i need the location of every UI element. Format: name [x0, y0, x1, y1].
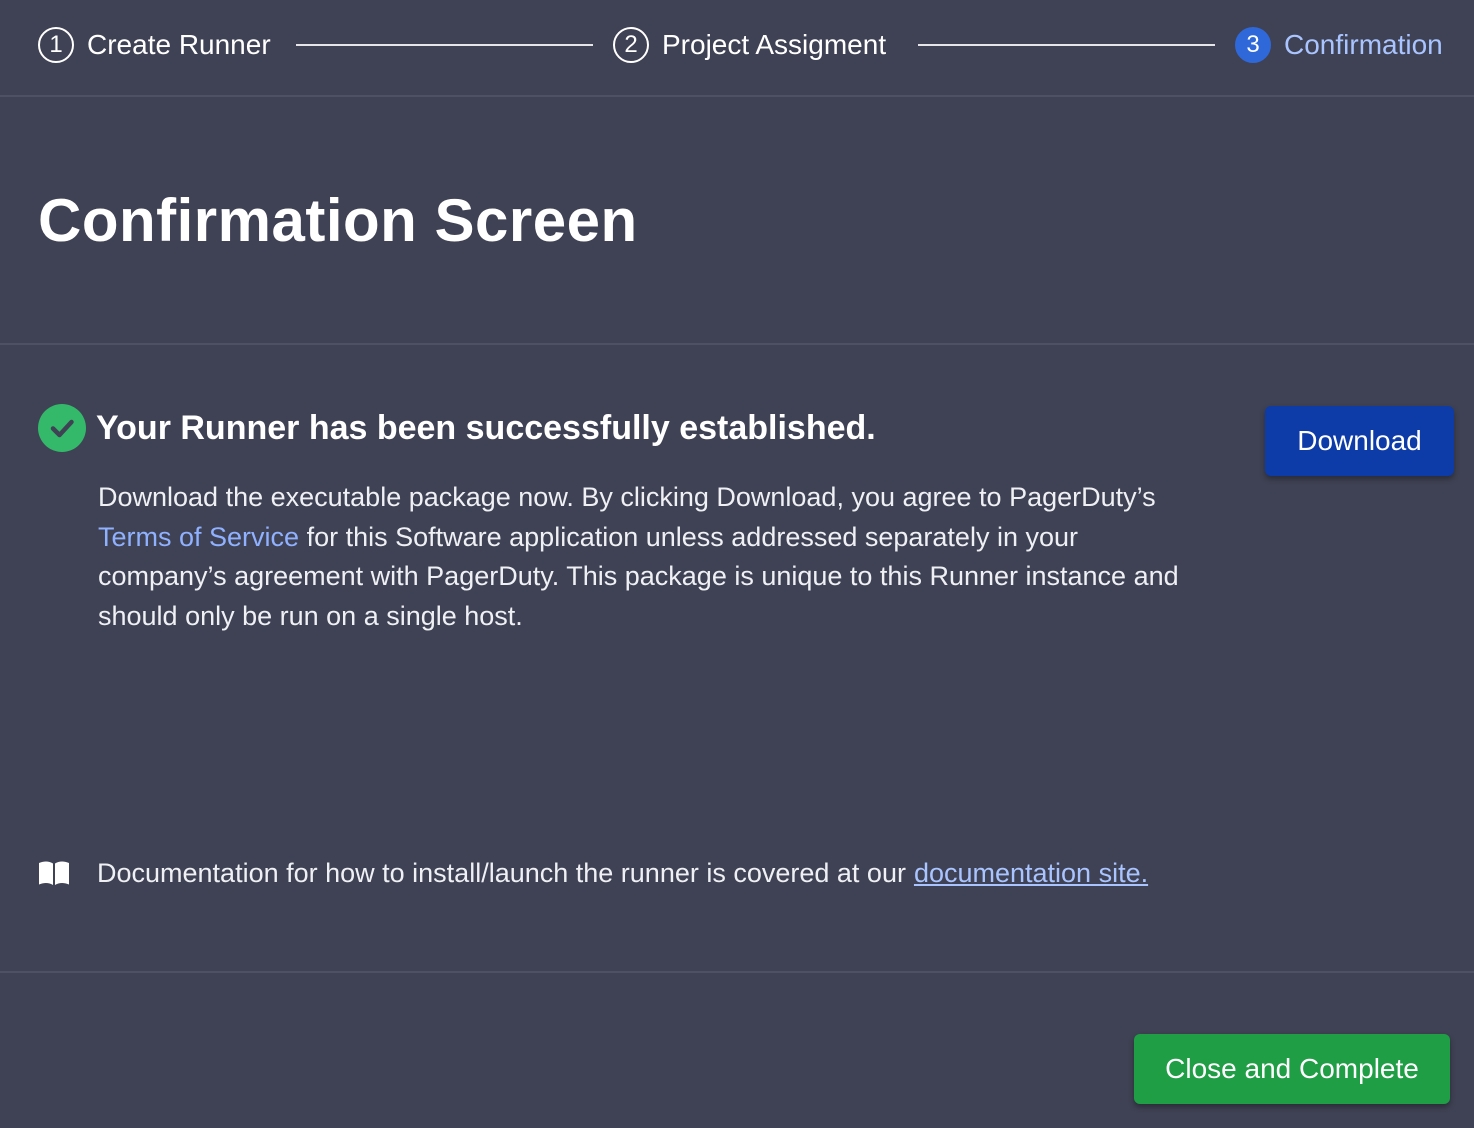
success-header: Your Runner has been successfully establ…	[38, 404, 876, 452]
step-label: Create Runner	[87, 29, 271, 60]
step-number: 2	[613, 27, 649, 63]
check-circle-icon	[38, 404, 86, 452]
footer-divider	[0, 971, 1474, 973]
description-text: Download the executable package now. By …	[98, 482, 1156, 512]
step-number: 3	[1235, 27, 1271, 63]
documentation-note: Documentation for how to install/launch …	[38, 852, 1148, 894]
page-title: Confirmation Screen	[38, 187, 638, 254]
close-and-complete-button[interactable]: Close and Complete	[1134, 1034, 1450, 1104]
step-label: Confirmation	[1284, 29, 1443, 60]
success-description: Download the executable package now. By …	[98, 478, 1198, 636]
step-project-assignment[interactable]: 2 Project Assigment	[613, 25, 886, 65]
book-icon	[38, 860, 70, 886]
title-section: Confirmation Screen	[0, 97, 1474, 345]
download-button[interactable]: Download	[1265, 406, 1454, 476]
confirmation-page: 1 Create Runner 2 Project Assigment 3 Co…	[0, 0, 1474, 1128]
documentation-site-link[interactable]: documentation site.	[914, 852, 1148, 894]
documentation-text: Documentation for how to install/launch …	[97, 858, 906, 888]
stepper: 1 Create Runner 2 Project Assigment 3 Co…	[0, 0, 1474, 97]
step-create-runner[interactable]: 1 Create Runner	[38, 25, 271, 65]
step-label: Project Assigment	[662, 29, 887, 60]
terms-of-service-link[interactable]: Terms of Service	[98, 522, 299, 552]
step-confirmation[interactable]: 3 Confirmation	[1235, 25, 1443, 65]
step-connector	[918, 44, 1215, 46]
step-number: 1	[38, 27, 74, 63]
success-title: Your Runner has been successfully establ…	[96, 409, 876, 447]
step-connector	[296, 44, 593, 46]
